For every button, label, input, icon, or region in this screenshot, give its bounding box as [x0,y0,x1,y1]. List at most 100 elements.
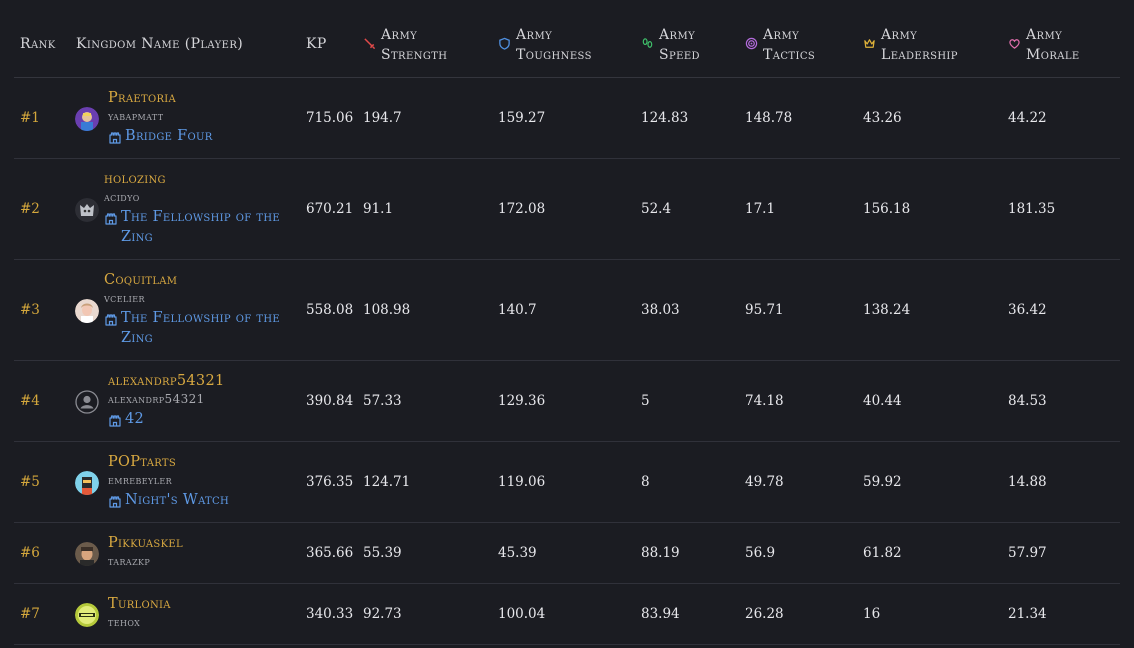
morale-header[interactable]: Army Morale [1008,25,1080,65]
avatar[interactable] [75,603,99,627]
speed-value: 5 [641,393,650,409]
toughness-value: 140.7 [498,302,537,318]
toughness-value: 45.39 [498,545,537,561]
leadership-value: 138.24 [863,302,911,318]
rank-value: #1 [20,110,40,126]
leadership-value: 61.82 [863,545,902,561]
toughness-value: 100.04 [498,606,546,622]
table-row[interactable]: #5 POPtarts emrebeyler Night's Watch 376.35 1… [14,442,1120,523]
table-row[interactable]: #4 alexandrp54321 alexandrp54321 42 390.84 57… [14,361,1120,442]
player-name: tarazkp [108,554,151,568]
heart-icon [1009,39,1020,49]
kingdom-name-link[interactable]: Turlonia [108,596,171,612]
toughness-header[interactable]: Army Toughness [498,25,592,65]
kingdom-name-link[interactable]: Pikkuaskel [108,535,183,551]
kingdom-name-link[interactable]: alexandrp54321 [108,373,225,389]
avatar[interactable] [75,390,99,414]
speed-header[interactable]: Army Speed [641,25,700,65]
avatar[interactable] [75,107,99,131]
strength-value: 194.7 [363,110,402,126]
kp-value: 670.21 [306,201,354,217]
strength-value: 55.39 [363,545,402,561]
morale-value: 84.53 [1008,393,1047,409]
kingdom-header[interactable]: Kingdom Name (Player) [76,34,243,54]
rank-value: #5 [20,474,40,490]
tactics-value: 17.1 [745,201,776,217]
guild-link[interactable]: Bridge Four [125,126,213,146]
player-name: vcelier [104,291,145,305]
toughness-value: 119.06 [498,474,546,490]
morale-value: 21.34 [1008,606,1047,622]
player-name: acidyo [104,190,140,204]
guild-link[interactable]: Zing [121,328,153,348]
tactics-value: 74.18 [745,393,784,409]
kp-value: 365.66 [306,545,354,561]
kingdom-name-link[interactable]: holozing [104,171,166,187]
leadership-value: 40.44 [863,393,902,409]
avatar[interactable] [75,542,99,566]
tactics-value: 95.71 [745,302,784,318]
table-row[interactable]: #1 Praetoria yabapmatt Bridge Four 715.06 194… [14,78,1120,159]
toughness-value: 172.08 [498,201,546,217]
morale-value: 36.42 [1008,302,1047,318]
tactics-header[interactable]: Army Tactics [745,25,815,65]
rank-value: #2 [20,201,40,217]
sword-icon [364,38,376,50]
target-icon [745,37,758,50]
player-name: yabapmatt [108,109,164,123]
rank-value: #3 [20,302,40,318]
rank-value: #6 [20,545,40,561]
speed-value: 83.94 [641,606,680,622]
leadership-value: 59.92 [863,474,902,490]
toughness-value: 159.27 [498,110,546,126]
kingdom-name-link[interactable]: POPtarts [108,454,176,470]
tactics-value: 26.28 [745,606,784,622]
castle-icon [108,493,122,508]
guild-link[interactable]: 42 [125,409,144,429]
strength-value: 92.73 [363,606,402,622]
crown-icon [864,39,875,48]
leadership-value: 16 [863,606,881,622]
shield-icon [499,37,510,50]
guild-link[interactable]: Night's Watch [125,490,229,510]
player-name: tehox [108,615,141,629]
table-row[interactable]: #2 holozing acidyo The Fellowship of the Zin… [14,159,1120,260]
leaderboard-table: Rank Kingdom Name (Player) KP Army Streng… [14,0,1120,645]
strength-value: 57.33 [363,393,402,409]
guild-link[interactable]: Zing [121,227,153,247]
kp-value: 558.08 [306,302,354,318]
strength-header[interactable]: Army Strength [363,25,447,65]
guild-link[interactable]: The Fellowship of the [121,308,280,328]
avatar[interactable] [75,198,99,222]
leaderboard-page: Rank Kingdom Name (Player) KP Army Streng… [0,0,1134,648]
kingdom-name-link[interactable]: Praetoria [108,90,176,106]
table-row[interactable]: #7 Turlonia tehox 340.33 92.73 100.04 83.94 26.… [14,584,1120,645]
morale-value: 44.22 [1008,110,1047,126]
table-body: #1 Praetoria yabapmatt Bridge Four 715.06 194… [14,78,1120,645]
kp-header[interactable]: KP [306,34,327,54]
avatar[interactable] [75,299,99,323]
strength-value: 108.98 [363,302,411,318]
castle-icon [108,412,122,427]
kp-value: 376.35 [306,474,354,490]
kingdom-name-link[interactable]: Coquitlam [104,272,177,288]
strength-value: 124.71 [363,474,411,490]
morale-value: 181.35 [1008,201,1056,217]
tactics-value: 49.78 [745,474,784,490]
footprints-icon [642,38,653,48]
avatar[interactable] [75,471,99,495]
rank-value: #4 [20,393,40,409]
speed-value: 38.03 [641,302,680,318]
guild-link[interactable]: The Fellowship of the [121,207,280,227]
player-name: alexandrp54321 [108,392,205,406]
kp-value: 390.84 [306,393,354,409]
morale-value: 14.88 [1008,474,1047,490]
leadership-header[interactable]: Army Leadership [863,25,958,65]
rank-header[interactable]: Rank [20,34,56,54]
table-row[interactable]: #6 Pikkuaskel tarazkp 365.66 55.39 45.39 88.19… [14,523,1120,584]
table-row[interactable]: #3 Coquitlam vcelier The Fellowship of the Z… [14,260,1120,361]
castle-icon [108,129,122,144]
player-name: emrebeyler [108,473,173,487]
kp-value: 340.33 [306,606,354,622]
table-header: Rank Kingdom Name (Player) KP Army Streng… [14,0,1120,78]
